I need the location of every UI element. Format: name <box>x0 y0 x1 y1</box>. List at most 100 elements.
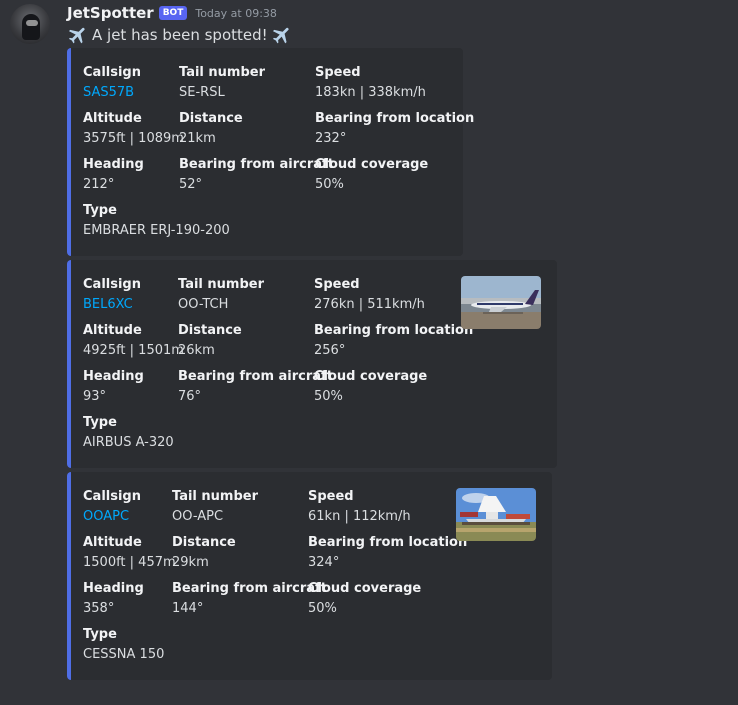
callsign-link[interactable]: SAS57B <box>83 84 141 102</box>
field-cloud-coverage: Cloud coverage 50% <box>314 369 427 406</box>
field-bearing-from-location: Bearing from location 324° <box>308 535 467 572</box>
field-value: 212° <box>83 177 115 192</box>
field-label: Altitude <box>83 323 142 338</box>
field-label: Type <box>83 203 117 218</box>
field-label: Type <box>83 415 117 430</box>
field-label: Type <box>83 627 117 642</box>
aircraft-thumbnail[interactable] <box>456 488 536 541</box>
field-value: AIRBUS A-320 <box>83 435 174 450</box>
field-type: Type EMBRAER ERJ-190-200 <box>83 203 230 240</box>
field-label: Cloud coverage <box>314 369 428 384</box>
field-label: Heading <box>83 157 144 172</box>
bot-badge: BOT <box>158 6 188 20</box>
field-label: Bearing from location <box>314 323 474 338</box>
field-distance: Distance 21km <box>179 111 243 148</box>
field-value: 324° <box>308 555 340 570</box>
field-label: Tail number <box>179 65 265 80</box>
airplane-icon <box>271 24 293 46</box>
field-tail-number: Tail number OO-APC <box>172 489 258 526</box>
field-label: Bearing from location <box>308 535 468 550</box>
field-label: Altitude <box>83 111 142 126</box>
field-label: Tail number <box>178 277 264 292</box>
field-value: 358° <box>83 601 115 616</box>
field-label: Distance <box>178 323 242 338</box>
field-label: Bearing from aircraft <box>179 157 334 172</box>
field-label: Tail number <box>172 489 258 504</box>
message-text: A jet has been spotted! <box>92 26 268 44</box>
field-value: 1500ft | 457m <box>83 555 176 570</box>
field-value: CESSNA 150 <box>83 647 165 662</box>
field-value: 50% <box>314 389 343 404</box>
field-bearing-from-location: Bearing from location 256° <box>314 323 473 360</box>
field-value: 29km <box>172 555 209 570</box>
field-label: Bearing from location <box>315 111 475 126</box>
field-value: 26km <box>178 343 215 358</box>
bot-avatar[interactable] <box>10 4 50 44</box>
field-label: Speed <box>315 65 361 80</box>
field-heading: Heading 212° <box>83 157 144 194</box>
field-value: 93° <box>83 389 107 404</box>
aircraft-thumbnail[interactable] <box>461 276 541 329</box>
field-bearing-from-aircraft: Bearing from aircraft 144° <box>172 581 327 618</box>
field-cloud-coverage: Cloud coverage 50% <box>308 581 421 618</box>
field-bearing-from-location: Bearing from location 232° <box>315 111 474 148</box>
embed-card: Callsign OOAPC Tail number OO-APC Speed … <box>67 472 552 680</box>
field-value: OO-APC <box>172 509 224 524</box>
embed-card: Callsign SAS57B Tail number SE-RSL Speed… <box>67 48 474 256</box>
field-label: Distance <box>172 535 236 550</box>
message-timestamp: Today at 09:38 <box>195 6 277 20</box>
field-type: Type AIRBUS A-320 <box>83 415 174 452</box>
avatar-visor <box>26 20 38 26</box>
chat-message: JetSpotter BOT Today at 09:38 A jet has … <box>0 0 738 705</box>
field-value: 21km <box>179 131 216 146</box>
field-label: Heading <box>83 581 144 596</box>
field-label: Distance <box>179 111 243 126</box>
message-header: JetSpotter BOT Today at 09:38 <box>67 3 277 23</box>
field-heading: Heading 93° <box>83 369 144 406</box>
field-label: Speed <box>314 277 360 292</box>
field-callsign: Callsign BEL6XC <box>83 277 141 314</box>
field-speed: Speed 276kn | 511km/h <box>314 277 425 314</box>
field-value: 76° <box>178 389 202 404</box>
username[interactable]: JetSpotter <box>67 4 154 22</box>
field-speed: Speed 61kn | 112km/h <box>308 489 411 526</box>
field-altitude: Altitude 1500ft | 457m <box>83 535 176 572</box>
field-value: 50% <box>315 177 344 192</box>
field-value: EMBRAER ERJ-190-200 <box>83 223 230 238</box>
field-label: Callsign <box>83 489 141 504</box>
field-value: 61kn | 112km/h <box>308 509 411 524</box>
field-distance: Distance 26km <box>178 323 242 360</box>
field-label: Altitude <box>83 535 142 550</box>
field-label: Heading <box>83 369 144 384</box>
field-tail-number: Tail number OO-TCH <box>178 277 264 314</box>
field-value: OO-TCH <box>178 297 229 312</box>
field-value: 232° <box>315 131 347 146</box>
field-callsign: Callsign SAS57B <box>83 65 141 102</box>
field-bearing-from-aircraft: Bearing from aircraft 52° <box>179 157 334 194</box>
avatar-figure <box>22 14 40 40</box>
airplane-icon <box>67 24 89 46</box>
field-label: Bearing from aircraft <box>172 581 327 596</box>
field-bearing-from-aircraft: Bearing from aircraft 76° <box>178 369 333 406</box>
field-label: Cloud coverage <box>308 581 422 596</box>
field-value: 183kn | 338km/h <box>315 85 426 100</box>
embed-card: Callsign BEL6XC Tail number OO-TCH Speed… <box>67 260 557 468</box>
field-altitude: Altitude 3575ft | 1089m <box>83 111 184 148</box>
field-distance: Distance 29km <box>172 535 236 572</box>
field-value: 50% <box>308 601 337 616</box>
callsign-link[interactable]: OOAPC <box>83 508 141 526</box>
field-label: Bearing from aircraft <box>178 369 333 384</box>
field-cloud-coverage: Cloud coverage 50% <box>315 157 428 194</box>
field-speed: Speed 183kn | 338km/h <box>315 65 426 102</box>
callsign-link[interactable]: BEL6XC <box>83 296 141 314</box>
field-value: 276kn | 511km/h <box>314 297 425 312</box>
field-value: SE-RSL <box>179 85 225 100</box>
field-label: Callsign <box>83 65 141 80</box>
field-callsign: Callsign OOAPC <box>83 489 141 526</box>
field-value: 4925ft | 1501m <box>83 343 184 358</box>
field-value: 256° <box>314 343 346 358</box>
field-type: Type CESSNA 150 <box>83 627 164 664</box>
field-value: 3575ft | 1089m <box>83 131 184 146</box>
message-content: A jet has been spotted! <box>67 24 293 46</box>
field-heading: Heading 358° <box>83 581 144 618</box>
